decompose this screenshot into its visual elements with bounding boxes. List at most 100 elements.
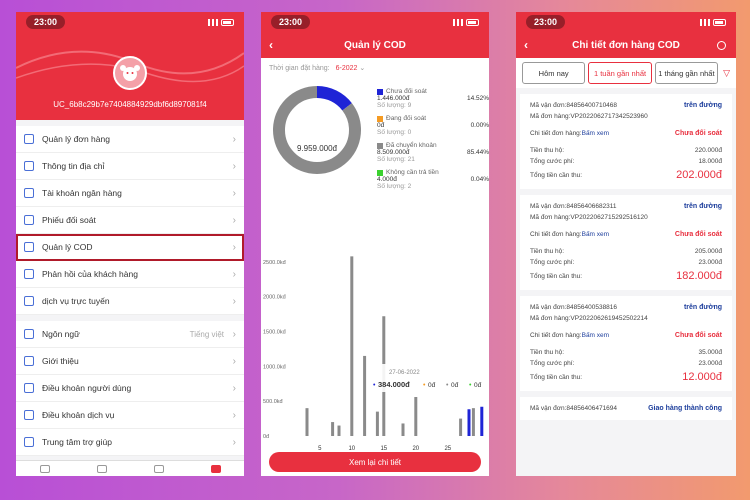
tab-last-week[interactable]: 1 tuần gần nhất — [588, 62, 652, 84]
shipping-fee: 23.000đ — [698, 360, 723, 367]
status-time: 23:00 — [271, 15, 311, 29]
chevron-down-icon: ⌄ — [359, 65, 366, 72]
battery-icon — [713, 18, 726, 26]
menu-item-label: Phản hồi của khách hàng — [42, 269, 138, 279]
send-tab-icon[interactable] — [96, 464, 107, 473]
shipping-fee-label: Tổng cước phí: — [530, 259, 575, 266]
reconcile-status: Chưa đối soát — [674, 332, 722, 339]
reconcile-status: Chưa đối soát — [674, 231, 722, 238]
shipping-fee-label: Tổng cước phí: — [530, 158, 575, 165]
donut-total: 9.959.000đ — [296, 144, 338, 153]
menu-item[interactable]: Quản lý COD › — [16, 234, 244, 261]
filter-icon[interactable]: ▽ — [723, 68, 730, 79]
account-menu: Quản lý đơn hàng › Thông tin địa chỉ › Tài k… — [16, 126, 244, 315]
profile-screen: 23:00 UC_6b8c29b7e7404884929dbf6d897081f… — [16, 12, 244, 476]
menu-item-label: Giới thiệu — [42, 356, 79, 366]
legend-percent: 14.52% — [466, 95, 489, 102]
tracking-number: Mã vận đơn:84856406471694 — [530, 405, 618, 412]
battery-icon — [466, 18, 479, 26]
order-card[interactable]: Mã vận đơn:84856406682311 trên đường Mã đơ… — [520, 195, 732, 290]
menu-item-label: Phiếu đối soát — [42, 215, 96, 225]
cod-amount: 35.000đ — [698, 349, 723, 356]
chevron-right-icon: › — [232, 355, 236, 367]
bank-icon — [24, 188, 34, 198]
menu-item[interactable]: Phản hồi của khách hàng › — [16, 261, 244, 288]
chevron-right-icon: › — [232, 187, 236, 199]
menu-item[interactable]: Phiếu đối soát › — [16, 207, 244, 234]
bar[interactable] — [401, 423, 405, 436]
legend-amount: 0đ — [377, 122, 385, 129]
cod-amount: 220.000đ — [694, 147, 722, 154]
bar[interactable] — [337, 425, 341, 436]
chevron-right-icon: › — [232, 160, 236, 172]
order-card[interactable]: Mã vận đơn:84856400710468 trên đường Mã đơ… — [520, 94, 732, 189]
bar[interactable] — [331, 422, 335, 436]
view-order-link[interactable]: Bấm xem — [582, 332, 609, 339]
page-title: Quản lý COD — [344, 39, 406, 51]
menu-item-value: Tiếng việt — [189, 329, 224, 339]
legend-entry: Chưa đối soát 1.446.000đ 14.52% Số lượng: 9 — [377, 88, 489, 109]
legend-name: Không cần trả tiền — [386, 169, 439, 176]
bar[interactable] — [414, 397, 418, 436]
legend-count: Số lượng: 21 — [377, 156, 415, 163]
feedback-icon — [24, 269, 34, 279]
chevron-right-icon: › — [232, 214, 236, 226]
cod-amount-label: Tiền thu hộ: — [530, 349, 565, 356]
order-detail-label: Chi tiết đơn hàng: — [530, 231, 582, 238]
tracking-number: Mã vận đơn:84856400710468 — [530, 102, 618, 109]
y-tick-label: 2000.0kđ — [263, 295, 287, 301]
search-icon[interactable] — [717, 40, 726, 50]
reconcile-status: Chưa đối soát — [674, 130, 722, 137]
chevron-right-icon: › — [232, 382, 236, 394]
bar[interactable] — [350, 256, 354, 436]
legend-count: Số lượng: 0 — [377, 129, 412, 136]
menu-item-label: dịch vụ trực tuyến — [42, 296, 110, 306]
menu-item[interactable]: dịch vụ trực tuyến › — [16, 288, 244, 315]
y-tick-label: 2500.0kđ — [263, 260, 287, 266]
menu-item[interactable]: Ngôn ngữ Tiếng việt › — [16, 321, 244, 348]
back-icon[interactable]: ‹ — [269, 38, 273, 52]
tab-last-month[interactable]: 1 tháng gần nhất — [654, 62, 719, 84]
chevron-right-icon: › — [232, 409, 236, 421]
menu-item[interactable]: Điều khoản dịch vụ › — [16, 402, 244, 429]
menu-item[interactable]: Trung tâm trợ giúp › — [16, 429, 244, 456]
view-order-link[interactable]: Bấm xem — [582, 130, 609, 137]
order-card[interactable]: Mã vận đơn:84856400538816 trên đường Mã đơ… — [520, 296, 732, 391]
scan-tab-icon[interactable] — [153, 464, 164, 473]
filter-value[interactable]: 6-2022 — [336, 65, 358, 72]
legend-swatch — [377, 169, 383, 176]
menu-item[interactable]: Điều khoản người dùng › — [16, 375, 244, 402]
legend: Chưa đối soát 1.446.000đ 14.52% Số lượng: 9… — [377, 88, 489, 196]
link-icon — [24, 410, 34, 420]
menu-item-label: Trung tâm trợ giúp — [42, 437, 112, 447]
bar[interactable] — [471, 408, 475, 436]
order-card[interactable]: Mã vận đơn:84856406471694 Giao hàng thành… — [520, 397, 732, 420]
home-tab-icon[interactable] — [39, 464, 50, 473]
legend-name: Đang đối soát — [386, 115, 427, 122]
bar[interactable] — [375, 411, 379, 436]
bar[interactable] — [459, 418, 463, 436]
menu-item[interactable]: Giới thiệu › — [16, 348, 244, 375]
menu-item-label: Thông tin địa chỉ — [42, 161, 105, 171]
bar[interactable] — [467, 409, 471, 436]
chevron-right-icon: › — [232, 268, 236, 280]
account-tab-icon[interactable] — [210, 464, 221, 473]
legend-count: Số lượng: 2 — [377, 183, 412, 190]
avatar[interactable] — [113, 56, 147, 90]
status-bar: 23:00 — [516, 12, 736, 32]
menu-item[interactable]: Quản lý đơn hàng › — [16, 126, 244, 153]
view-order-link[interactable]: Bấm xem — [582, 231, 609, 238]
menu-item[interactable]: Thông tin địa chỉ › — [16, 153, 244, 180]
receipt-icon — [24, 215, 34, 225]
bar[interactable] — [363, 355, 367, 436]
date-filter[interactable]: Thời gian đặt hàng: 6-2022 ⌄ — [261, 58, 489, 78]
back-icon[interactable]: ‹ — [524, 38, 528, 52]
bar[interactable] — [305, 408, 309, 436]
legend-entry: Không cần trả tiền 4.000đ 0.04% Số lượng: 2 — [377, 169, 489, 190]
delivery-status: trên đường — [683, 203, 722, 210]
bar[interactable] — [480, 406, 484, 436]
tab-today[interactable]: Hôm nay — [522, 62, 586, 84]
menu-item[interactable]: Tài khoản ngân hàng › — [16, 180, 244, 207]
legend-swatch — [377, 142, 383, 149]
view-detail-button[interactable]: Xem lại chi tiết — [269, 452, 481, 472]
